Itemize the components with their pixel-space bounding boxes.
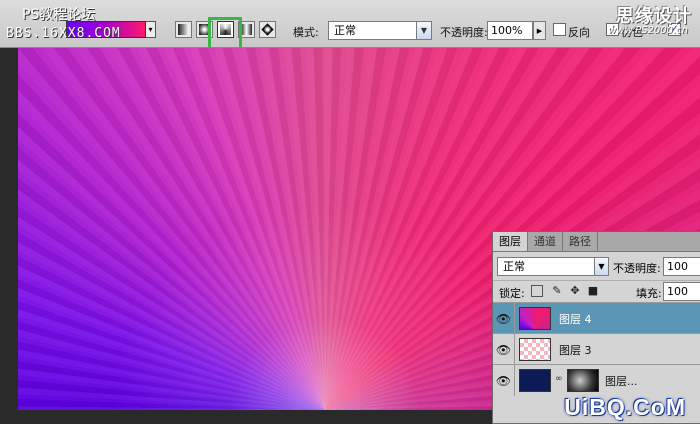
link-chain-icon: ∞ [555, 374, 563, 384]
lock-label: 锁定: [499, 287, 525, 300]
lock-row: 锁定: ✎ ✥ ■ 填充: 100 [493, 280, 700, 302]
fill-label: 填充: [636, 287, 662, 300]
angle-gradient-icon [220, 24, 231, 35]
layer-opacity-label: 不透明度: [613, 262, 661, 275]
layer-row[interactable]: 👁 图层 3 [493, 333, 700, 365]
mode-select[interactable]: 正常 ▼ [328, 21, 432, 40]
mode-select-value: 正常 [334, 24, 356, 37]
blend-mode-value: 正常 [503, 260, 525, 273]
layer-name: 图层 4 [559, 313, 592, 326]
layer-thumbnail [519, 338, 551, 361]
layer-name: 图层 3 [559, 344, 592, 357]
layer-row[interactable]: 👁 图层 4 [493, 302, 700, 334]
mode-label: 模式: [293, 26, 319, 39]
diamond-gradient-button[interactable] [259, 21, 276, 38]
reflected-gradient-button[interactable] [238, 21, 255, 38]
bottom-watermark-logo: UiBQ.CoM [564, 394, 686, 420]
linear-gradient-icon [178, 24, 189, 35]
reflected-gradient-icon [241, 24, 252, 35]
opacity-slider-arrow-icon[interactable]: ▶ [533, 21, 546, 40]
tab-layers[interactable]: 图层 [493, 232, 528, 251]
layer-opacity-input[interactable]: 100 [663, 257, 700, 276]
radial-gradient-button[interactable] [196, 21, 213, 38]
visibility-eye-icon[interactable]: 👁 [493, 365, 515, 396]
lock-move-icon[interactable]: ✥ [569, 285, 581, 297]
blend-mode-select[interactable]: 正常 ▼ [497, 257, 609, 276]
layer-row[interactable]: 👁 ∞ 图层... [493, 364, 700, 396]
tab-paths[interactable]: 路径 [563, 232, 598, 251]
radial-gradient-icon [199, 24, 210, 35]
diamond-gradient-icon [261, 23, 274, 36]
layer-name: 图层... [605, 375, 638, 388]
gradient-picker-arrow-icon[interactable]: ▾ [146, 21, 156, 38]
fill-input[interactable]: 100 [663, 282, 700, 301]
site-watermark-url: BBS.16XX8.COM [6, 26, 121, 41]
blend-row: 正常 ▼ 不透明度: 100 [493, 252, 700, 280]
site-watermark-title: PS教程论坛 [22, 7, 96, 23]
layer-thumbnail [519, 307, 551, 330]
opacity-input[interactable]: 100% [487, 21, 533, 40]
visibility-eye-icon[interactable]: 👁 [493, 303, 515, 334]
visibility-eye-icon[interactable]: 👁 [493, 334, 515, 365]
reverse-label: 反向 [568, 26, 590, 39]
layer-thumbnail [519, 369, 551, 392]
tab-channels[interactable]: 通道 [528, 232, 563, 251]
chevron-down-icon: ▼ [416, 22, 431, 39]
lock-transparent-icon[interactable] [531, 285, 543, 297]
lock-brush-icon[interactable]: ✎ [551, 285, 563, 297]
lock-all-icon[interactable]: ■ [587, 285, 599, 297]
panel-tabs: 图层 通道 路径 [493, 232, 700, 252]
angle-gradient-button[interactable] [217, 21, 234, 38]
top-watermark-url: www.PS2000.cn [608, 25, 688, 36]
linear-gradient-button[interactable] [175, 21, 192, 38]
chevron-down-icon: ▼ [594, 258, 608, 275]
reverse-checkbox[interactable] [553, 23, 566, 36]
opacity-label: 不透明度: [440, 26, 488, 39]
layer-mask-thumbnail [567, 369, 599, 392]
